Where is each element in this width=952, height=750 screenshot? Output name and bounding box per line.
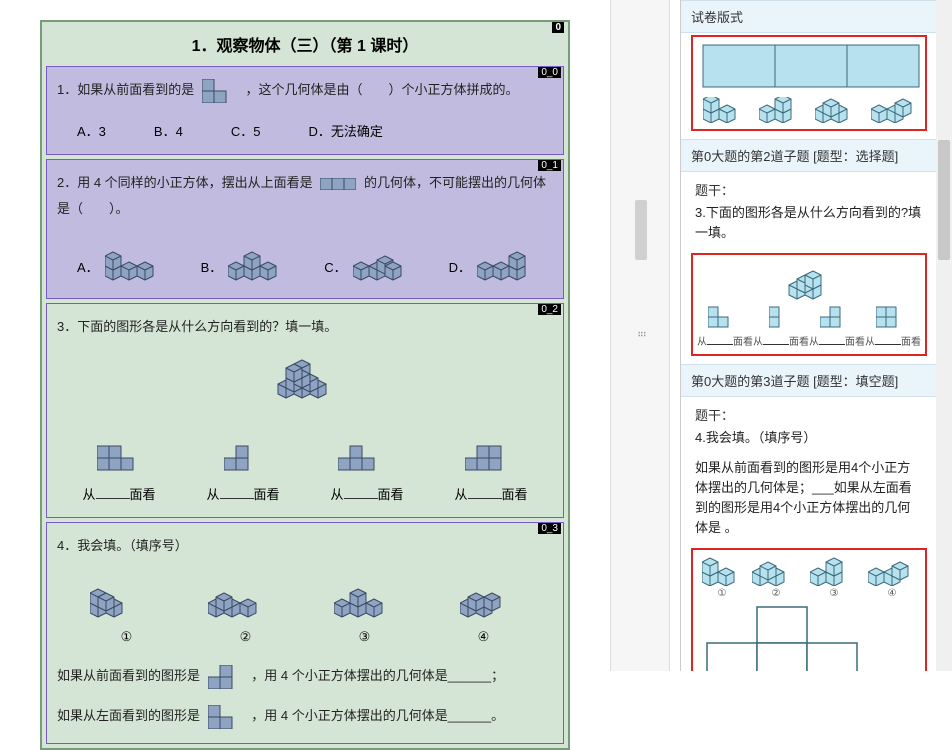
three-box-row — [701, 43, 921, 89]
sub2-stem-label: 题干： — [681, 172, 937, 201]
sub3-line1: 4.我会填。（填序号） — [681, 426, 937, 456]
sub3-red-box[interactable]: ① ② ③ ④ — [691, 548, 927, 671]
paper-format-header[interactable]: 试卷版式 — [681, 0, 937, 33]
q0-opt-c[interactable]: C．5 — [231, 121, 261, 140]
q1-stem-mid: 的几何体，不可能摆出的几何体 — [364, 175, 546, 190]
q-badge: 0_0 — [538, 67, 561, 78]
sub3-big-grid — [697, 603, 917, 671]
right-scrollbar-track[interactable] — [936, 0, 952, 671]
q2-fill-row: 从面看 从面看 从面看 从面看 — [57, 484, 553, 503]
q0-opt-a[interactable]: A．3 — [77, 121, 106, 140]
sub2-header[interactable]: 第0大题的第2道子题 [题型：选择题] — [681, 139, 937, 172]
splitter-handle-icon: ⠿ — [635, 330, 646, 341]
sub3-stem-label: 题干： — [681, 397, 937, 426]
q3-fig1 — [90, 581, 142, 621]
q2-view3 — [338, 438, 386, 472]
q1-opt-d[interactable]: D． — [449, 248, 533, 284]
q1-options: A． B． C． D． — [57, 238, 553, 284]
q2-view1 — [97, 438, 145, 472]
right-box-top-opts — [697, 97, 921, 123]
front-view-figure — [202, 79, 238, 103]
question-0-3[interactable]: 0_3 4．我会填。（填序号） ① ② ③ ④ 如果从前面看到的图形是 ，用 4… — [46, 522, 564, 744]
q0-opt-d[interactable]: D．无法确定 — [308, 121, 382, 140]
question-0-1[interactable]: 0_1 2．用 4 个同样的小正方体，摆出从上面看是 的几何体，不可能摆出的几何… — [46, 159, 564, 299]
q3-line3: 如果从左面看到的图形是 ，用 4 个小正方体摆出的几何体是______。 — [57, 703, 553, 729]
q0-stem-pre: 1．如果从前面看到的是 — [57, 82, 194, 97]
q1-opt-a[interactable]: A． — [77, 248, 161, 284]
q2-view4 — [465, 438, 513, 472]
right-scrollbar-thumb[interactable] — [938, 140, 950, 260]
q3-left-view — [208, 705, 244, 729]
right-inner: 试卷版式 第0大题的第2道子题 [题型：选择题] 题干： 3.下面的图形各是从什… — [681, 0, 937, 671]
question-0-2[interactable]: 0_2 3．下面的图形各是从什么方向看到的？填一填。 从面看 从面看 从面看 从 — [46, 303, 564, 518]
q3-figs — [57, 575, 553, 621]
q-badge: 0_1 — [538, 160, 561, 171]
page-area: 1．观察物体（三）（第 1 课时） 0 0_0 1．如果从前面看到的是 ，这个几… — [40, 20, 570, 750]
q0-stem-line: 1．如果从前面看到的是 ，这个几何体是由（ ）个小正方体拼成的。 — [57, 77, 553, 103]
page-title: 1．观察物体（三）（第 1 课时） 0 — [42, 22, 568, 66]
q3-fig3 — [334, 581, 394, 621]
splitter-gutter[interactable]: ⠿ — [610, 0, 670, 671]
q3-stem: 4．我会填。（填序号） — [57, 533, 553, 559]
q3-line2: 如果从前面看到的图形是 ，用 4 个小正方体摆出的几何体是______； — [57, 663, 553, 689]
sub3-header[interactable]: 第0大题的第3道子题 [题型：填空题] — [681, 364, 937, 397]
q0-stem-post: ，这个几何体是由（ ）个小正方体拼成的。 — [245, 82, 518, 97]
right-properties-panel: 试卷版式 第0大题的第2道子题 [题型：选择题] 题干： 3.下面的图形各是从什… — [680, 0, 952, 671]
q1-opt-c[interactable]: C． — [324, 248, 408, 284]
q3-fig2 — [208, 581, 268, 621]
right-box-top[interactable] — [691, 35, 927, 131]
q2-view2 — [224, 438, 258, 472]
q1-stem-line2: 是（ ）。 — [57, 196, 553, 222]
q2-stem: 3．下面的图形各是从什么方向看到的？填一填。 — [57, 314, 553, 340]
q-badge: 0_3 — [538, 523, 561, 534]
q3-front-view — [208, 665, 244, 689]
q1-stem-line1: 2．用 4 个同样的小正方体，摆出从上面看是 的几何体，不可能摆出的几何体 — [57, 170, 553, 196]
left-document-panel: 1．观察物体（三）（第 1 课时） 0 0_0 1．如果从前面看到的是 ，这个几… — [0, 0, 610, 671]
page-badge: 0 — [552, 22, 564, 33]
gutter-scrollbar-thumb[interactable] — [635, 200, 647, 260]
q2-views-row — [57, 426, 553, 472]
sub2-stem-text: 3.下面的图形各是从什么方向看到的?填一填。 — [681, 201, 937, 251]
sub2-red-box[interactable]: 从面看 从面看 从面看 从面看 — [691, 253, 927, 356]
question-0-0[interactable]: 0_0 1．如果从前面看到的是 ，这个几何体是由（ ）个小正方体拼成的。 A．3… — [46, 66, 564, 155]
q1-opt-b[interactable]: B． — [201, 248, 285, 284]
q1-stem-pre: 2．用 4 个同样的小正方体，摆出从上面看是 — [57, 175, 313, 190]
q-badge: 0_2 — [538, 304, 561, 315]
q1-stem-post: 是（ ）。 — [57, 201, 129, 216]
q3-circ-row: ① ② ③ ④ — [57, 629, 553, 645]
q0-opt-b[interactable]: B．4 — [154, 121, 183, 140]
q2-main-figure — [57, 350, 553, 410]
q0-options: A．3 B．4 C．5 D．无法确定 — [57, 121, 553, 140]
sub3-line2: 如果从前面看到的图形是用4个小正方体摆出的几何体是；___如果从左面看到的图形是… — [681, 456, 937, 546]
page-title-text: 1．观察物体（三）（第 1 课时） — [192, 38, 419, 55]
q3-fig4 — [460, 581, 520, 621]
top-view-figure — [320, 178, 356, 190]
